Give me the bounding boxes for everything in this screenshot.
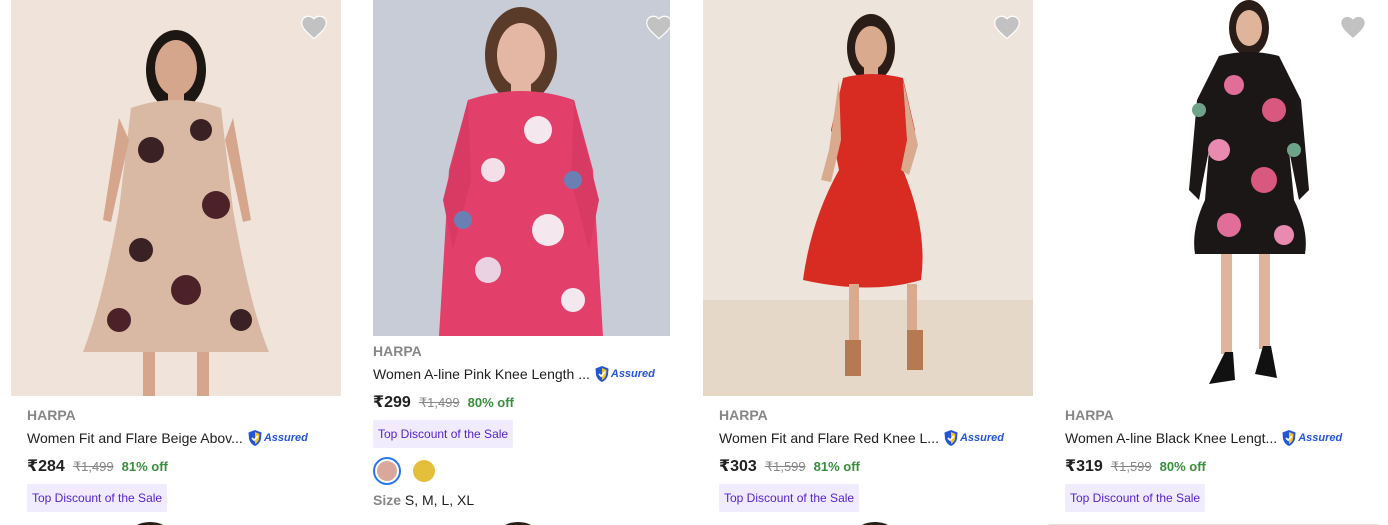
assured-label: Assured bbox=[263, 432, 308, 444]
product-info: HARPA Women Fit and Flare Beige Abov... … bbox=[11, 408, 341, 512]
assured-shield-icon bbox=[1282, 430, 1296, 446]
original-price: ₹1,499 bbox=[72, 459, 114, 474]
price-row: ₹284 ₹1,499 81% off bbox=[27, 456, 341, 476]
offer-badge: Top Discount of the Sale bbox=[27, 484, 168, 512]
next-row-image-peek bbox=[855, 516, 895, 525]
color-swatch-selected[interactable] bbox=[373, 457, 401, 485]
size-values: S, M, L, XL bbox=[404, 492, 475, 508]
product-image[interactable] bbox=[1049, 0, 1379, 396]
product-brand: HARPA bbox=[373, 343, 422, 359]
offer-badge: Top Discount of the Sale bbox=[373, 420, 514, 448]
price-row: ₹319 ₹1,599 80% off bbox=[1065, 456, 1379, 476]
product-image[interactable] bbox=[373, 0, 670, 336]
original-price: ₹1,499 bbox=[418, 395, 460, 410]
product-card[interactable]: HARPA Women A-line Black Knee Lengt... A… bbox=[1049, 0, 1379, 512]
product-title[interactable]: Women A-line Black Knee Lengt... bbox=[1065, 430, 1277, 446]
product-title-row[interactable]: Women Fit and Flare Red Knee L... Assure… bbox=[719, 428, 1033, 448]
product-card[interactable]: HARPA Women Fit and Flare Beige Abov... … bbox=[11, 0, 341, 512]
next-row-image-peek bbox=[498, 516, 538, 525]
next-row-hair-shape bbox=[137, 522, 163, 525]
offer-badge: Top Discount of the Sale bbox=[1065, 484, 1206, 512]
assured-label: Assured bbox=[959, 432, 1004, 444]
product-brand: HARPA bbox=[719, 407, 768, 423]
next-row-hair-shape bbox=[862, 522, 888, 525]
assured-shield-icon bbox=[595, 366, 609, 382]
assured-badge: Assured bbox=[943, 429, 1004, 447]
color-swatch[interactable] bbox=[413, 460, 435, 482]
discount-percent: 81% off bbox=[121, 459, 168, 474]
original-price: ₹1,599 bbox=[764, 459, 806, 474]
color-swatches bbox=[373, 457, 670, 485]
product-brand: HARPA bbox=[27, 407, 76, 423]
selling-price: ₹284 bbox=[27, 458, 65, 475]
offer-badge: Top Discount of the Sale bbox=[719, 484, 860, 512]
assured-shield-icon bbox=[944, 430, 958, 446]
size-row: Size S, M, L, XL bbox=[373, 492, 670, 508]
assured-badge: Assured bbox=[247, 429, 308, 447]
original-price: ₹1,599 bbox=[1110, 459, 1152, 474]
selling-price: ₹319 bbox=[1065, 458, 1103, 475]
heart-icon[interactable] bbox=[645, 14, 670, 40]
price-row: ₹299 ₹1,499 80% off bbox=[373, 392, 670, 412]
product-brand: HARPA bbox=[1065, 407, 1114, 423]
heart-icon[interactable] bbox=[993, 14, 1021, 40]
selling-price: ₹303 bbox=[719, 458, 757, 475]
size-label: Size bbox=[373, 492, 405, 508]
product-title-row[interactable]: Women A-line Black Knee Lengt... Assured bbox=[1065, 428, 1379, 448]
product-image[interactable] bbox=[703, 0, 1033, 396]
beige-dress-photo bbox=[11, 0, 341, 396]
discount-percent: 81% off bbox=[813, 459, 860, 474]
price-row: ₹303 ₹1,599 81% off bbox=[719, 456, 1033, 476]
next-row-hair-shape bbox=[505, 522, 531, 525]
product-title-row[interactable]: Women A-line Pink Knee Length ... Assure… bbox=[373, 364, 670, 384]
product-info: HARPA Women A-line Pink Knee Length ... … bbox=[373, 344, 670, 508]
heart-icon[interactable] bbox=[300, 14, 328, 40]
product-card[interactable]: HARPA Women Fit and Flare Red Knee L... … bbox=[703, 0, 1033, 512]
assured-label: Assured bbox=[610, 368, 655, 380]
color-swatch-dot bbox=[377, 461, 397, 481]
product-info: HARPA Women Fit and Flare Red Knee L... … bbox=[703, 408, 1033, 512]
next-row-image-peek bbox=[130, 516, 170, 525]
product-title-row[interactable]: Women Fit and Flare Beige Abov... Assure… bbox=[27, 428, 341, 448]
product-info: HARPA Women A-line Black Knee Lengt... A… bbox=[1049, 408, 1379, 512]
assured-badge: Assured bbox=[1281, 429, 1342, 447]
discount-percent: 80% off bbox=[467, 395, 514, 410]
next-row-image-peek bbox=[1049, 518, 1379, 525]
discount-percent: 80% off bbox=[1159, 459, 1206, 474]
product-card[interactable]: HARPA Women A-line Pink Knee Length ... … bbox=[373, 0, 670, 508]
red-dress-photo bbox=[703, 0, 1033, 396]
heart-icon[interactable] bbox=[1339, 14, 1367, 40]
assured-badge: Assured bbox=[594, 365, 655, 383]
product-title[interactable]: Women A-line Pink Knee Length ... bbox=[373, 366, 590, 382]
product-title[interactable]: Women Fit and Flare Beige Abov... bbox=[27, 430, 243, 446]
selling-price: ₹299 bbox=[373, 394, 411, 411]
pink-dress-photo bbox=[373, 0, 670, 336]
assured-label: Assured bbox=[1298, 432, 1343, 444]
assured-shield-icon bbox=[248, 430, 262, 446]
black-dress-photo bbox=[1049, 0, 1379, 396]
product-image[interactable] bbox=[11, 0, 341, 396]
product-title[interactable]: Women Fit and Flare Red Knee L... bbox=[719, 430, 939, 446]
